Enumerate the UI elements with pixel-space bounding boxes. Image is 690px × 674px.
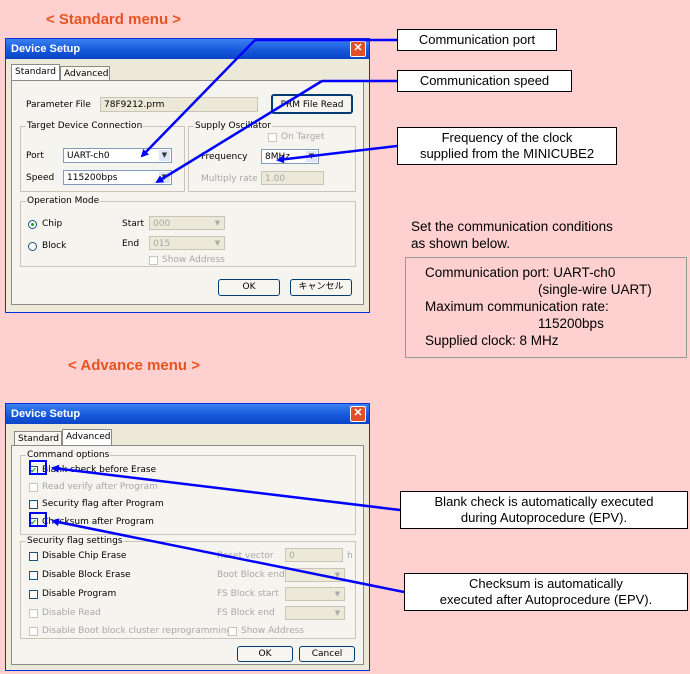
frequency-arrow (276, 144, 398, 164)
speed-arrow (155, 79, 323, 184)
port-arrow (140, 39, 256, 158)
blank-check-arrow (51, 464, 401, 512)
checksum-arrow (51, 518, 405, 594)
arrows-overlay (51, 38, 405, 594)
